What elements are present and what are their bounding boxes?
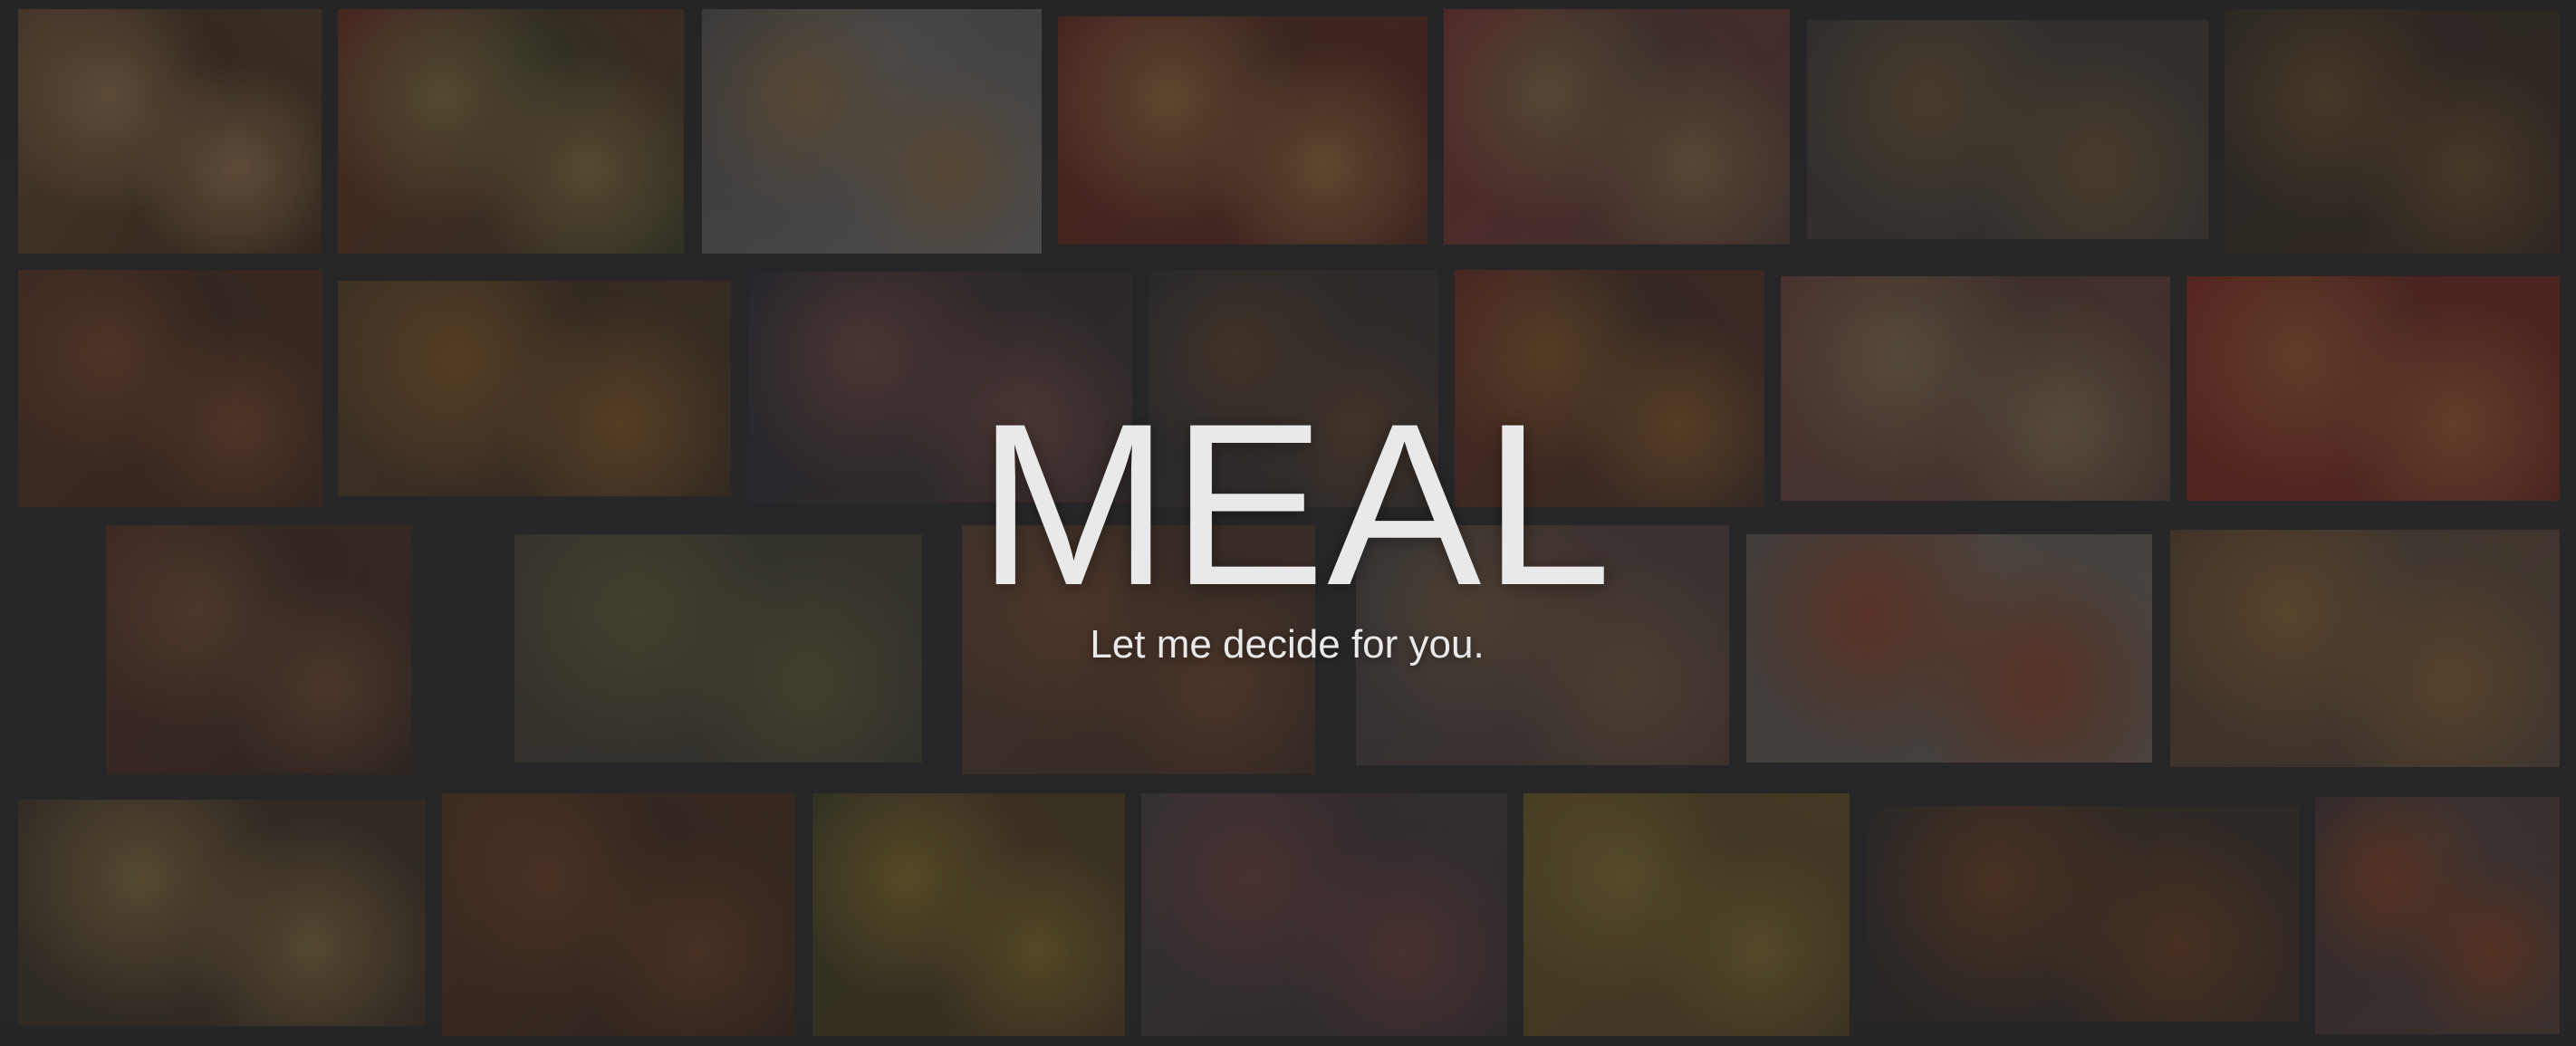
tile-character-plate (2315, 797, 2560, 1034)
tile-popcorn (1523, 793, 1850, 1036)
background-collage: MEAL Let me decide for you. (0, 0, 2576, 1046)
tile-cheese-and-fruit (812, 793, 1125, 1036)
tile-fried-chicken-basket (18, 9, 322, 254)
tile-mac-and-cheese-bread (18, 800, 426, 1026)
app-title: MEAL (976, 376, 1614, 634)
tile-noodle-bowls (2225, 9, 2560, 254)
tile-fruit-platter (1866, 806, 2299, 1022)
tagline: Let me decide for you. (1090, 622, 1485, 667)
tile-burger-and-fries-plate (702, 9, 1042, 254)
tile-sub-sandwich (1058, 16, 1427, 245)
hero: MEAL Let me decide for you. (0, 376, 2576, 670)
tile-milkshake-burger-fries (1444, 9, 1790, 245)
tile-vegetable-spread (338, 9, 684, 254)
tile-asian-dishes-table (1807, 20, 2208, 239)
tile-pizza-burgers-overhead (442, 793, 795, 1036)
tile-donuts-overhead (1141, 793, 1507, 1036)
